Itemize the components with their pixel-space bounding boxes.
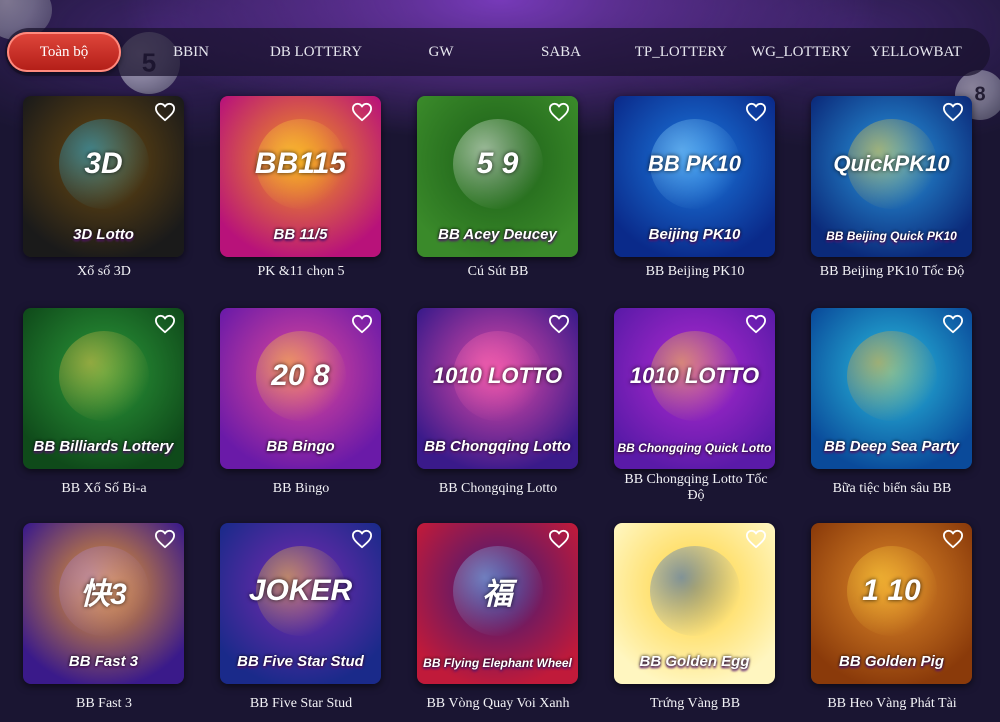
game-title[interactable]: BB Heo Vàng Phát Tài [788, 696, 996, 712]
tab-saba[interactable]: SABA [511, 32, 611, 72]
favorite-heart-icon[interactable] [351, 529, 373, 549]
game-title[interactable]: BB Five Star Stud [197, 696, 405, 712]
tab-bbin[interactable]: BBIN [121, 32, 261, 72]
game-thumbnail[interactable]: 1 10 BB Golden Pig [811, 523, 972, 684]
game-art-caption: BB Five Star Stud [237, 653, 364, 670]
game-thumbnail[interactable]: BB115 BB 11/5 [220, 96, 381, 257]
tab-tp-lottery[interactable]: TP_LOTTERY [611, 32, 751, 72]
game-art-logo: 快3 [80, 577, 127, 611]
game-art-caption: Beijing PK10 [648, 226, 741, 243]
favorite-heart-icon[interactable] [351, 102, 373, 122]
game-thumbnail[interactable]: BB PK10 Beijing PK10 [614, 96, 775, 257]
game-art-logo: JOKER [248, 573, 353, 607]
favorite-heart-icon[interactable] [745, 529, 767, 549]
game-art-logo: QuickPK10 [833, 150, 950, 176]
game-art-caption: BB Bingo [266, 438, 335, 455]
game-title[interactable]: BB Vòng Quay Voi Xanh [394, 696, 602, 712]
favorite-heart-icon[interactable] [351, 314, 373, 334]
game-title[interactable]: BB Bingo [197, 481, 405, 497]
game-title[interactable]: Bữa tiệc biển sâu BB [788, 481, 996, 497]
game-title[interactable]: BB Chongqing Lotto Tốc Độ [621, 472, 771, 504]
provider-tab-bar: Toàn bộ BBIN DB LOTTERY GW SABA TP_LOTTE… [5, 28, 990, 76]
game-title[interactable]: BB Fast 3 [0, 696, 208, 712]
game-art-caption: BB Acey Deucey [438, 226, 557, 243]
game-art-logo: BB PK10 [648, 150, 741, 176]
tab-all[interactable]: Toàn bộ [7, 32, 121, 72]
favorite-heart-icon[interactable] [942, 102, 964, 122]
game-thumbnail[interactable]: JOKER BB Five Star Stud [220, 523, 381, 684]
game-thumbnail[interactable]: 5 9 BB Acey Deucey [417, 96, 578, 257]
game-art-caption: BB Chongqing Lotto [424, 438, 571, 455]
favorite-heart-icon[interactable] [154, 314, 176, 334]
game-thumbnail[interactable]: BB Golden Egg [614, 523, 775, 684]
game-art-logo: 5 9 [476, 146, 519, 180]
game-art-caption: BB Golden Pig [839, 653, 944, 670]
tab-wg-lottery[interactable]: WG_LOTTERY [751, 32, 851, 72]
favorite-heart-icon[interactable] [745, 314, 767, 334]
game-art-caption: BB Deep Sea Party [823, 438, 960, 455]
game-art-caption: BB Flying Elephant Wheel [423, 656, 572, 670]
game-art-caption: BB Billiards Lottery [33, 438, 174, 455]
game-art-caption: 3D Lotto [73, 226, 134, 243]
game-thumbnail[interactable]: 福 BB Flying Elephant Wheel [417, 523, 578, 684]
favorite-heart-icon[interactable] [745, 102, 767, 122]
favorite-heart-icon[interactable] [942, 529, 964, 549]
game-art-caption: BB Golden Egg [639, 653, 750, 670]
game-art-emblem [58, 330, 149, 421]
game-title[interactable]: PK &11 chọn 5 [197, 264, 405, 280]
game-art-logo: 3D [84, 146, 123, 180]
favorite-heart-icon[interactable] [548, 102, 570, 122]
game-thumbnail[interactable]: BB Deep Sea Party [811, 308, 972, 469]
tab-gw[interactable]: GW [371, 32, 511, 72]
game-art-emblem [649, 545, 740, 636]
favorite-heart-icon[interactable] [942, 314, 964, 334]
favorite-heart-icon[interactable] [548, 529, 570, 549]
game-art-logo: 1 10 [862, 573, 921, 607]
game-art-caption: BB Beijing Quick PK10 [826, 229, 957, 243]
decor-ball-number: 8 [974, 83, 986, 106]
game-title[interactable]: Trứng Vàng BB [591, 696, 799, 712]
game-art-caption: BB 11/5 [273, 226, 328, 243]
favorite-heart-icon[interactable] [154, 529, 176, 549]
game-art-caption: BB Chongqing Quick Lotto [617, 441, 772, 455]
game-thumbnail[interactable]: 20 8 BB Bingo [220, 308, 381, 469]
tab-db-lottery[interactable]: DB LOTTERY [261, 32, 371, 72]
game-title[interactable]: Cú Sút BB [394, 264, 602, 280]
game-art-logo: 1010 LOTTO [629, 362, 760, 388]
game-art-emblem [846, 330, 937, 421]
game-thumbnail[interactable]: 3D 3D Lotto [23, 96, 184, 257]
game-title[interactable]: BB Beijing PK10 [591, 264, 799, 280]
game-art-caption: BB Fast 3 [68, 653, 139, 670]
game-art-logo: 福 [482, 577, 513, 611]
game-art-logo: 1010 LOTTO [432, 362, 563, 388]
game-thumbnail[interactable]: BB Billiards Lottery [23, 308, 184, 469]
game-thumbnail[interactable]: QuickPK10 BB Beijing Quick PK10 [811, 96, 972, 257]
tab-yellowbat[interactable]: YELLOWBAT [851, 32, 981, 72]
game-thumbnail[interactable]: 快3 BB Fast 3 [23, 523, 184, 684]
favorite-heart-icon[interactable] [154, 102, 176, 122]
game-title[interactable]: BB Xổ Số Bi-a [0, 481, 208, 497]
favorite-heart-icon[interactable] [548, 314, 570, 334]
game-art-logo: 20 8 [271, 358, 330, 392]
game-title[interactable]: BB Beijing PK10 Tốc Độ [788, 264, 996, 280]
game-title[interactable]: Xổ số 3D [0, 264, 208, 280]
game-thumbnail[interactable]: 1010 LOTTO BB Chongqing Quick Lotto [614, 308, 775, 469]
game-art-logo: BB115 [254, 146, 347, 180]
game-thumbnail[interactable]: 1010 LOTTO BB Chongqing Lotto [417, 308, 578, 469]
game-title[interactable]: BB Chongqing Lotto [394, 481, 602, 497]
